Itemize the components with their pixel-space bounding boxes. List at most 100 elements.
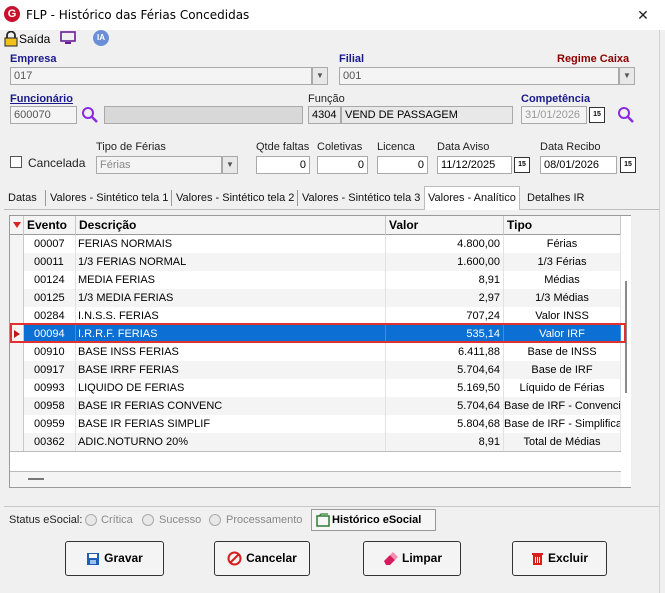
save-button[interactable]: Gravar	[65, 541, 164, 576]
cell-descricao: ADIC.NOTURNO 20%	[76, 433, 386, 451]
licenca-field[interactable]: 0	[377, 156, 428, 174]
history-icon	[316, 513, 330, 527]
close-window-button[interactable]: ✕	[630, 5, 656, 25]
filial-field[interactable]: 001	[339, 67, 619, 85]
coletivas-field[interactable]: 0	[317, 156, 368, 174]
row-indicator	[10, 289, 24, 307]
filial-dropdown-icon[interactable]: ▼	[619, 67, 635, 85]
horizontal-scroll-thumb[interactable]	[28, 478, 44, 480]
table-row[interactable]: 00362 ADIC.NOTURNO 20% 8,91 Total de Méd…	[10, 433, 621, 451]
cell-valor: 5.704,64	[386, 397, 504, 415]
cell-valor: 2,97	[386, 289, 504, 307]
tab-detalhes-ir[interactable]: Detalhes IR	[524, 187, 587, 209]
delete-button[interactable]: Excluir	[512, 541, 607, 576]
status-esocial-label: Status eSocial:	[9, 514, 83, 526]
cell-valor: 5.169,50	[386, 379, 504, 397]
row-indicator	[10, 379, 24, 397]
column-header-tipo[interactable]: Tipo	[504, 216, 621, 235]
data-aviso-label: Data Aviso	[437, 141, 490, 153]
row-indicator	[10, 343, 24, 361]
cell-evento: 00125	[24, 289, 76, 307]
cancel-button[interactable]: Cancelar	[214, 541, 310, 576]
divider	[4, 506, 661, 507]
exit-button[interactable]: Saída	[19, 32, 50, 46]
row-indicator	[10, 433, 24, 451]
clear-button[interactable]: Limpar	[363, 541, 461, 576]
table-row[interactable]: 00124 MEDIA FERIAS 8,91 Médias	[10, 271, 621, 289]
empresa-field[interactable]: 017	[10, 67, 312, 85]
radio-critica[interactable]	[85, 514, 97, 526]
competencia-field[interactable]: 31/01/2026	[521, 106, 587, 124]
empresa-dropdown-icon[interactable]: ▼	[312, 67, 328, 85]
cancelada-label: Cancelada	[28, 156, 86, 170]
table-row[interactable]: 00910 BASE INSS FERIAS 6.411,88 Base de …	[10, 343, 621, 361]
cell-tipo: Líquido de Férias	[504, 379, 621, 397]
cell-tipo: Base de IRF - Simplifica	[504, 415, 621, 433]
competencia-calendar-icon[interactable]: 15	[589, 107, 605, 123]
eventos-grid[interactable]: Evento Descrição Valor Tipo 00007 FERIAS…	[9, 215, 631, 488]
table-row[interactable]: 00007 FERIAS NORMAIS 4.800,00 Férias	[10, 235, 621, 253]
table-row[interactable]: 00959 BASE IR FERIAS SIMPLIF 5.804,68 Ba…	[10, 415, 621, 433]
data-recibo-calendar-icon[interactable]: 15	[620, 157, 636, 173]
cell-tipo: Médias	[504, 271, 621, 289]
historico-esocial-button[interactable]: Histórico eSocial	[311, 509, 436, 531]
funcionario-code-field[interactable]: 600070	[10, 106, 77, 124]
tab-separator	[297, 190, 298, 206]
header-indicator	[10, 216, 24, 235]
cell-valor: 6.411,88	[386, 343, 504, 361]
competencia-search-icon[interactable]	[617, 106, 635, 124]
highlight-outline	[10, 323, 626, 343]
funcionario-label[interactable]: Funcionário	[10, 93, 73, 105]
historico-esocial-label: Histórico eSocial	[332, 514, 422, 526]
cell-tipo: Total de Médias	[504, 433, 621, 451]
tab-separator	[45, 190, 46, 206]
coletivas-label: Coletivas	[317, 141, 363, 153]
qtde-faltas-field[interactable]: 0	[256, 156, 310, 174]
table-row[interactable]: 00993 LIQUIDO DE FERIAS 5.169,50 Líquido…	[10, 379, 621, 397]
tab-sintetico-3[interactable]: Valores - Sintético tela 3	[299, 187, 423, 209]
cell-evento: 00959	[24, 415, 76, 433]
tab-datas[interactable]: Datas	[5, 187, 40, 209]
grid-horizontal-scrollbar[interactable]	[10, 471, 621, 487]
column-header-descricao[interactable]: Descrição	[76, 216, 386, 235]
search-icon[interactable]	[81, 106, 99, 124]
tab-analitico[interactable]: Valores - Analítico	[424, 186, 520, 210]
cancelada-checkbox[interactable]	[10, 156, 22, 168]
cell-valor: 8,91	[386, 433, 504, 451]
data-aviso-field[interactable]: 11/12/2025	[437, 156, 512, 174]
competencia-label: Competência	[521, 93, 591, 105]
ia-assistant-icon[interactable]: IA	[93, 30, 109, 46]
filial-label: Filial	[339, 53, 365, 65]
tipo-ferias-field[interactable]: Férias	[96, 156, 222, 174]
cell-evento: 00910	[24, 343, 76, 361]
tab-sintetico-2[interactable]: Valores - Sintético tela 2	[173, 187, 297, 209]
lock-icon[interactable]	[4, 31, 18, 47]
tab-strip-border	[4, 209, 661, 210]
cell-valor: 8,91	[386, 271, 504, 289]
column-header-evento[interactable]: Evento	[24, 216, 76, 235]
licenca-label: Licenca	[377, 141, 415, 153]
radio-processamento[interactable]	[209, 514, 221, 526]
cell-valor: 4.800,00	[386, 235, 504, 253]
monitor-icon[interactable]	[60, 31, 76, 45]
data-recibo-field[interactable]: 08/01/2026	[540, 156, 617, 174]
data-aviso-calendar-icon[interactable]: 15	[514, 157, 530, 173]
grid-vertical-scrollbar[interactable]	[621, 216, 631, 487]
table-row[interactable]: 00917 BASE IRRF FERIAS 5.704,64 Base de …	[10, 361, 621, 379]
cell-tipo: Base de IRF	[504, 361, 621, 379]
cell-tipo: Férias	[504, 235, 621, 253]
window-border	[659, 30, 665, 593]
cell-evento: 00362	[24, 433, 76, 451]
tipo-ferias-dropdown-icon[interactable]: ▼	[222, 156, 238, 174]
row-indicator	[10, 397, 24, 415]
funcionario-name-field[interactable]	[104, 106, 303, 124]
tab-sintetico-1[interactable]: Valores - Sintético tela 1	[47, 187, 171, 209]
cell-descricao: BASE IR FERIAS CONVENC	[76, 397, 386, 415]
table-row[interactable]: 00125 1/3 MEDIA FERIAS 2,97 1/3 Médias	[10, 289, 621, 307]
cancel-icon	[227, 551, 242, 566]
table-row[interactable]: 00011 1/3 FERIAS NORMAL 1.600,00 1/3 Fér…	[10, 253, 621, 271]
radio-sucesso[interactable]	[142, 514, 154, 526]
table-row[interactable]: 00958 BASE IR FERIAS CONVENC 5.704,64 Ba…	[10, 397, 621, 415]
column-header-valor[interactable]: Valor	[386, 216, 504, 235]
cell-tipo: Base de IRF - Convenci	[504, 397, 621, 415]
